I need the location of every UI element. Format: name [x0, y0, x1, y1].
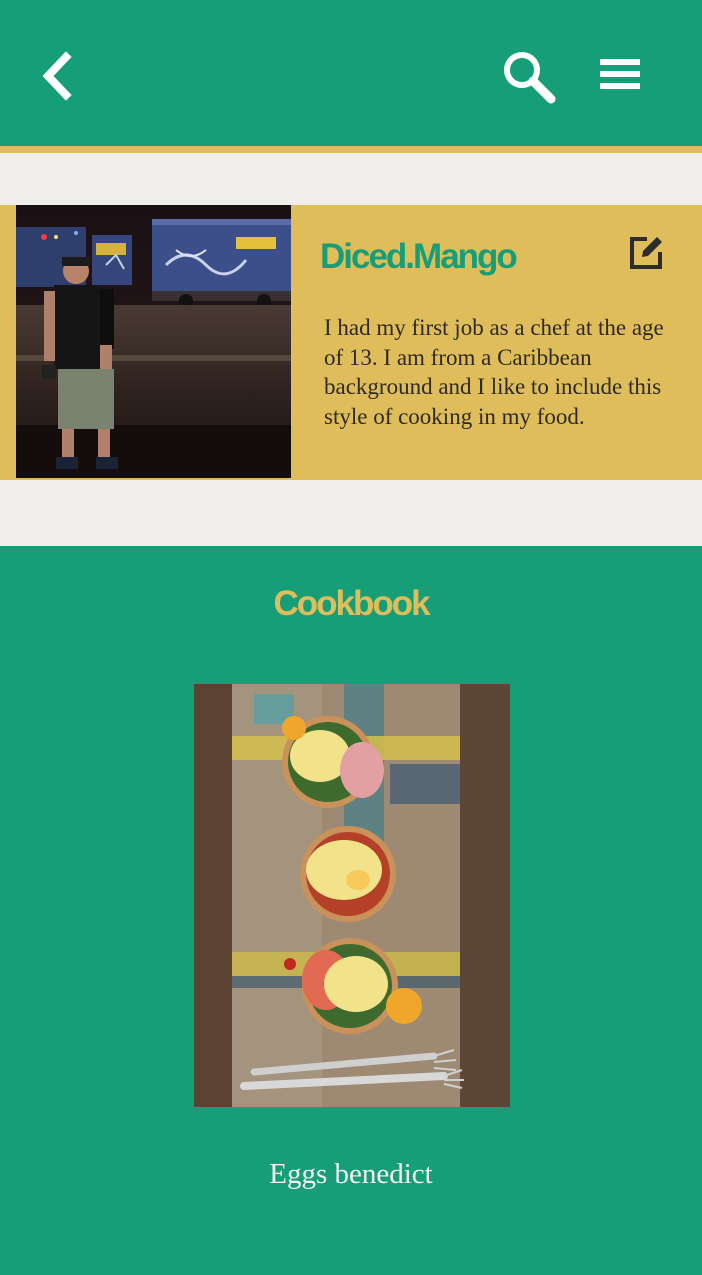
- profile-photo: [16, 205, 291, 478]
- search-button[interactable]: [496, 44, 560, 108]
- top-app-bar: [0, 0, 702, 146]
- recipe-photo[interactable]: [194, 684, 510, 1107]
- profile-bio: I had my first job as a chef at the age …: [324, 315, 664, 429]
- edit-profile-button[interactable]: [628, 235, 664, 271]
- profile-username: Diced.Mango: [320, 237, 518, 276]
- search-icon: [504, 52, 556, 104]
- chevron-left-icon: [42, 51, 72, 101]
- cookbook-section: Cookbook Eggs benedict: [0, 546, 702, 1275]
- profile-card: Diced.Mango I had my first job as a chef…: [0, 205, 702, 480]
- cookbook-heading: Cookbook: [273, 584, 430, 623]
- back-button[interactable]: [28, 46, 84, 106]
- recipe-title[interactable]: Eggs benedict: [0, 1158, 702, 1191]
- hamburger-menu-icon: [600, 59, 640, 89]
- header-accent-stripe: [0, 146, 702, 153]
- edit-icon: [630, 237, 662, 269]
- menu-button[interactable]: [594, 50, 646, 98]
